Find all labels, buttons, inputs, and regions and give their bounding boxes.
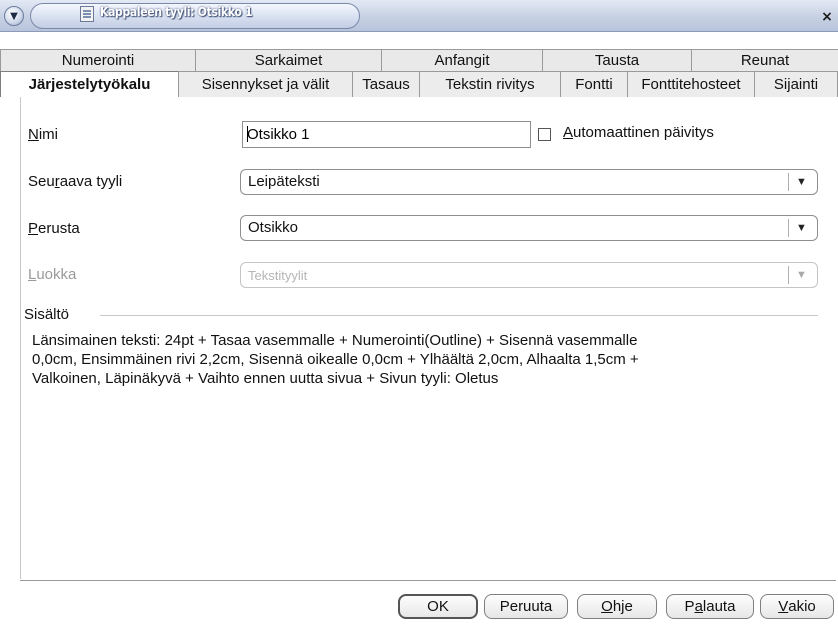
tab-anfangit[interactable]: Anfangit [381, 49, 543, 71]
tab-tasaus[interactable]: Tasaus [352, 71, 420, 97]
dropdown-arrow-icon[interactable]: ▼ [788, 173, 814, 191]
description-line: Länsimainen teksti: 24pt + Tasaa vasemma… [32, 332, 638, 349]
chevron-down-icon: ▼ [10, 10, 18, 22]
tab-row-back: Numerointi Sarkaimet Anfangit Tausta Reu… [0, 49, 838, 71]
next-style-select[interactable]: Leipäteksti ▼ [240, 169, 818, 195]
next-style-label: Seuraava tyyli [28, 173, 123, 190]
name-input[interactable]: Otsikko 1 [242, 121, 531, 148]
category-value: Tekstityylit [248, 268, 308, 283]
button-separator [20, 580, 836, 581]
tab-tausta[interactable]: Tausta [542, 49, 692, 71]
cancel-button[interactable]: Peruuta [484, 594, 568, 619]
close-icon: × [821, 9, 833, 25]
tab-row-front: Järjestelytyökalu Sisennykset ja välit T… [0, 71, 838, 97]
window-title: Kappaleen tyyli: Otsikko 1 [100, 5, 253, 19]
tab-sisennykset[interactable]: Sisennykset ja välit [178, 71, 353, 97]
dropdown-arrow-icon[interactable]: ▼ [788, 219, 814, 237]
style-description: Länsimainen teksti: 24pt + Tasaa vasemma… [32, 331, 822, 388]
title-bar: ▼ Kappaleen tyyli: Otsikko 1 × [0, 0, 838, 32]
help-button[interactable]: Ohje [577, 594, 657, 619]
description-line: Valkoinen, Läpinäkyvä + Vaihto ennen uut… [32, 370, 499, 387]
group-separator [100, 315, 818, 316]
category-label: Luokka [28, 266, 77, 283]
ok-button[interactable]: OK [398, 594, 478, 619]
tab-sijainti[interactable]: Sijainti [754, 71, 838, 97]
close-button[interactable]: × [818, 9, 836, 25]
based-on-label: Perusta [28, 220, 80, 237]
next-style-value: Leipäteksti [248, 173, 320, 190]
autoupdate-checkbox[interactable] [538, 128, 551, 141]
tab-sarkaimet[interactable]: Sarkaimet [195, 49, 382, 71]
tab-fonttitehosteet[interactable]: Fonttitehosteet [627, 71, 755, 97]
tab-fontti[interactable]: Fontti [560, 71, 628, 97]
description-line: 0,0cm, Ensimmäinen rivi 2,2cm, Sisennä o… [32, 351, 639, 368]
reset-button[interactable]: Pa lauta [666, 594, 754, 619]
tab-numerointi[interactable]: Numerointi [0, 49, 196, 71]
based-on-select[interactable]: Otsikko ▼ [240, 215, 818, 241]
tab-tekstin-rivitys[interactable]: Tekstin rivitys [419, 71, 561, 97]
dropdown-arrow-icon: ▼ [788, 266, 814, 284]
tab-jarjestelytyokalu[interactable]: Järjestelytyökalu [0, 71, 179, 97]
category-select: Tekstityylit ▼ [240, 262, 818, 288]
document-icon [80, 6, 94, 22]
based-on-value: Otsikko [248, 219, 299, 236]
tab-reunat[interactable]: Reunat [691, 49, 838, 71]
autoupdate-label[interactable]: Automaattinen päivitys [563, 124, 714, 141]
name-label: Nimi [28, 126, 59, 143]
contents-group-label: Sisältö [24, 306, 74, 323]
system-menu-button[interactable]: ▼ [4, 6, 24, 26]
standard-button[interactable]: Vakio [760, 594, 834, 619]
